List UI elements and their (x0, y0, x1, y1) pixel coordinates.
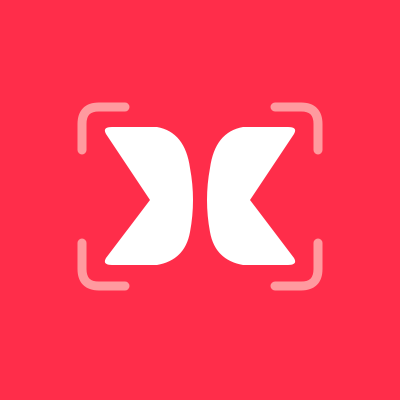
scan-x-logo-icon (77, 102, 323, 291)
x-glyph-left-half (104, 127, 193, 265)
app-icon (0, 0, 400, 400)
x-glyph (104, 127, 296, 265)
x-glyph-right-half (207, 127, 296, 265)
